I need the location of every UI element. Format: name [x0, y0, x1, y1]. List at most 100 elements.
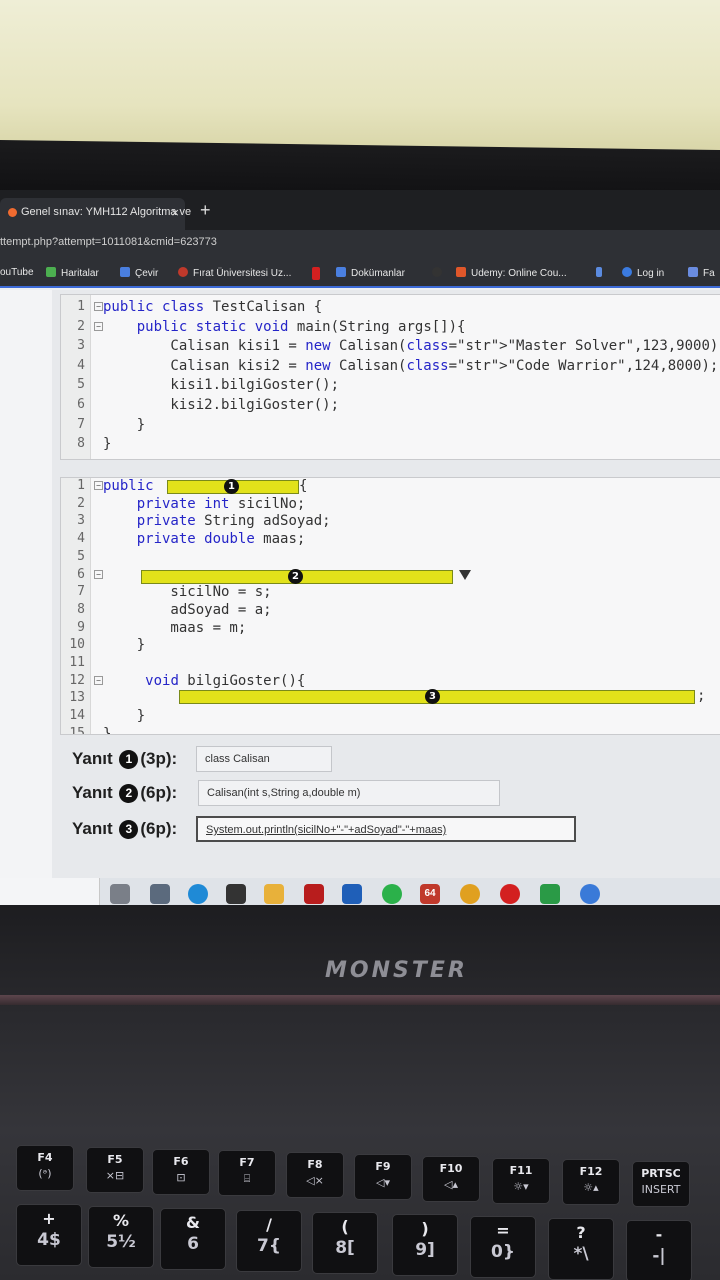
green-app-icon[interactable] [540, 884, 560, 904]
code-line: 8 adSoyad = a; [61, 602, 720, 620]
key-sublabel: -| [652, 1246, 666, 1266]
bookmark-fa[interactable]: Fa [688, 267, 715, 279]
key-number-row[interactable]: & 6 [160, 1208, 226, 1270]
line-number: 6 [77, 566, 85, 582]
key-f12[interactable]: F12 ☼▴ [562, 1159, 620, 1206]
code-text: kisi2.bilgiGoster(); [103, 397, 340, 413]
line-number: 5 [77, 377, 85, 393]
edge-icon[interactable] [188, 884, 208, 904]
key-f11[interactable]: F11 ☼▾ [492, 1157, 550, 1204]
key-f10[interactable]: F10 ◁▴ [422, 1155, 480, 1202]
answer-input-1[interactable]: class Calisan [196, 746, 332, 772]
bookmark-youtube[interactable]: ouTube [0, 267, 34, 278]
line-number: 11 [69, 655, 85, 670]
answer-input-2[interactable]: Calisan(int s,String a,double m) [198, 780, 500, 806]
whatsapp-icon[interactable] [382, 884, 402, 904]
close-tab-icon[interactable]: × [171, 205, 179, 220]
fold-toggle-icon[interactable]: − [94, 675, 103, 685]
folder-icon[interactable] [264, 884, 284, 904]
answer-row-1: Yanıt 1 (3p): class Calisan [72, 746, 342, 774]
line-number: 8 [77, 436, 85, 452]
key-label: PRTSC [641, 1167, 681, 1181]
new-tab-button[interactable]: + [200, 200, 211, 221]
key-number-row[interactable]: / 7{ [236, 1210, 302, 1272]
line-number: 3 [77, 338, 85, 354]
code-line: 1− public class TestCalisan { [61, 299, 720, 317]
key-sublabel: ⊡ [176, 1170, 186, 1184]
code-line: 2− public static void main(String args[]… [61, 319, 720, 337]
code-line: 3 private String adSoyad; [61, 513, 720, 531]
hinge-accent [0, 995, 720, 1005]
key-f6[interactable]: F6 ⊡ [152, 1148, 210, 1195]
key-label: ( [341, 1217, 349, 1236]
browser-tab[interactable]: Genel sınav: YMH112 Algoritma ve × [0, 198, 191, 230]
key-sublabel: ◁× [306, 1174, 324, 1188]
code-line: 1− public [61, 478, 720, 496]
store-icon[interactable] [226, 884, 246, 904]
key-number-row[interactable]: - -| [626, 1220, 692, 1280]
code-text: adSoyad = a; [103, 601, 272, 618]
key-label: % [112, 1211, 130, 1230]
blank-marker-1: 1 [224, 479, 239, 494]
key-number-row[interactable]: ) 9] [392, 1214, 458, 1276]
answer-row-2: Yanıt 2 (6p): Calisan(int s,String a,doub… [72, 780, 512, 808]
answer-label-2: Yanıt 2 (6p): [72, 783, 178, 803]
mail-icon[interactable] [342, 884, 362, 904]
line-number: 2 [77, 318, 85, 334]
answer-input-3[interactable]: System.out.println(sicilNo+"-"+adSoyad"-… [196, 816, 576, 842]
bookmarks-bar: ouTube Haritalar Çevir Fırat Üniversites… [0, 258, 720, 288]
blank-marker-3: 3 [425, 689, 440, 704]
code-text: } [103, 725, 112, 735]
key-label: F10 [439, 1161, 463, 1175]
key-f4[interactable]: F4 (ᵊ) [16, 1145, 74, 1191]
bookmark-login[interactable]: Log in [622, 267, 664, 279]
file-manager-icon[interactable] [150, 884, 170, 904]
maps-icon [46, 267, 56, 277]
chrome-icon[interactable] [460, 884, 480, 904]
key-f8[interactable]: F8 ◁× [286, 1152, 344, 1199]
bookmark-drop[interactable] [596, 267, 607, 279]
bookmark-haritalar[interactable]: Haritalar [46, 267, 99, 279]
fold-toggle-icon[interactable]: − [94, 321, 103, 331]
line-number: 8 [77, 601, 85, 617]
code-text: Calisan kisi1 = new Calisan(class="str">… [103, 338, 720, 355]
colorful-app-icon[interactable] [580, 884, 600, 904]
bookmark-firat[interactable]: Fırat Üniversitesi Uz... [178, 267, 291, 279]
app-64-icon[interactable]: 64 [420, 884, 440, 904]
key-label: F8 [307, 1158, 323, 1172]
key-sublabel: 5½ [106, 1232, 136, 1252]
fold-toggle-icon[interactable]: − [94, 481, 103, 490]
code-line: 6 kisi2.bilgiGoster(); [61, 397, 720, 415]
opera-icon[interactable] [500, 884, 520, 904]
line-number: 15 [69, 725, 85, 735]
bookmark-blank[interactable] [432, 267, 447, 279]
code-text: kisi1.bilgiGoster(); [103, 377, 340, 394]
url-text: ttempt.php?attempt=1011081&cmid=623773 [0, 236, 217, 248]
bookmark-udemy[interactable]: Udemy: Online Cou... [456, 267, 567, 279]
code-line: 7 sicilNo = s; [61, 584, 720, 602]
address-bar[interactable]: ttempt.php?attempt=1011081&cmid=623773 [0, 230, 720, 258]
key-f7[interactable]: F7 ⌸ [218, 1150, 276, 1197]
key-prtsc[interactable]: PRTSC INSERT [632, 1161, 690, 1208]
line-number: 9 [77, 619, 85, 635]
fold-toggle-icon[interactable]: − [94, 302, 103, 311]
login-icon [622, 267, 632, 277]
key-f9[interactable]: F9 ◁▾ [354, 1154, 412, 1200]
code-line: 2 private int sicilNo; [61, 496, 720, 514]
key-number-row[interactable]: +4$ [16, 1204, 82, 1266]
key-number-row[interactable]: = 0} [470, 1216, 536, 1278]
key-number-row[interactable]: ? *\ [548, 1218, 614, 1280]
wall-background [0, 0, 720, 150]
key-number-row[interactable]: % 5½ [88, 1206, 154, 1268]
line-number: 4 [77, 357, 85, 373]
key-number-row[interactable]: (8[ [312, 1212, 378, 1274]
key-sublabel: ☼▾ [513, 1179, 529, 1193]
bookmark-netflix[interactable] [312, 267, 325, 282]
bookmark-cevir[interactable]: Çevir [120, 267, 158, 279]
key-label: - [655, 1225, 663, 1244]
bookmark-dokumanlar[interactable]: Dokümanlar [336, 267, 405, 279]
netflix-app-icon[interactable] [304, 884, 324, 904]
task-view-icon[interactable] [110, 884, 130, 904]
fold-toggle-icon[interactable]: − [94, 569, 103, 579]
key-f5[interactable]: F5 ×⊟ [86, 1146, 144, 1193]
